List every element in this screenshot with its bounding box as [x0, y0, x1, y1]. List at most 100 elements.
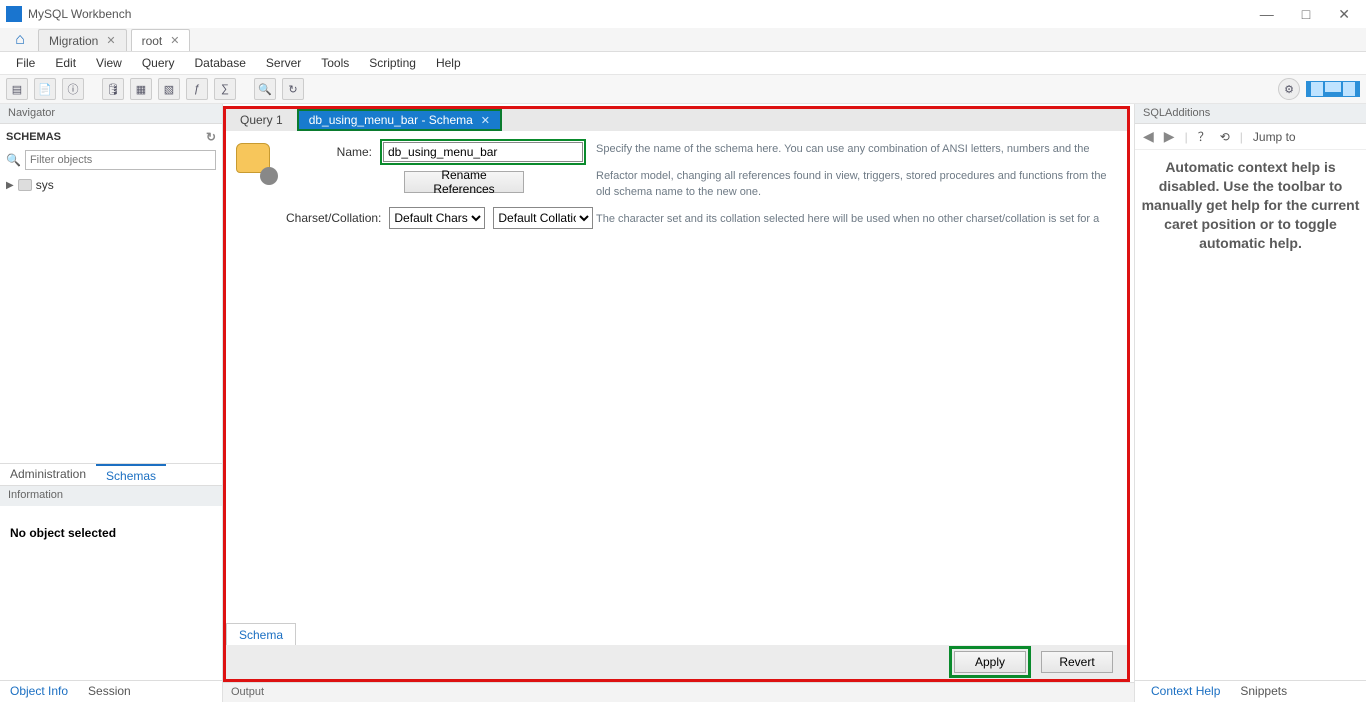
desc-charset: The character set and its collation sele…	[596, 211, 1117, 228]
schema-form: Name: Rename References Charset/Collatio…	[226, 131, 1127, 241]
tab-query1[interactable]: Query 1	[226, 109, 297, 131]
title-bar: MySQL Workbench — □ ✕	[0, 0, 1366, 28]
rename-references-button[interactable]: Rename References	[404, 171, 524, 193]
name-label: Name:	[286, 145, 372, 159]
auto-help-icon[interactable]: ⟲	[1220, 130, 1230, 144]
output-header: Output	[223, 682, 1134, 702]
tab-schemas[interactable]: Schemas	[96, 464, 166, 485]
tab-administration[interactable]: Administration	[0, 464, 96, 485]
schema-tree[interactable]: ▶ sys	[6, 176, 216, 194]
apply-button[interactable]: Apply	[954, 651, 1026, 673]
help-icon[interactable]: ？	[1198, 128, 1210, 145]
refresh-icon[interactable]: ↻	[206, 130, 216, 144]
close-icon[interactable]: ✕	[106, 34, 115, 47]
open-sql-icon[interactable]: 📄	[34, 78, 56, 100]
toggle-bottom-panel-icon[interactable]	[1324, 81, 1342, 97]
desc-rename: Refactor model, changing all references …	[596, 168, 1117, 201]
panel-toggle[interactable]	[1306, 81, 1360, 97]
app-icon	[6, 6, 22, 22]
information-panel: Information No object selected	[0, 485, 222, 680]
database-icon	[18, 179, 32, 191]
tab-label: db_using_menu_bar - Schema	[309, 113, 473, 127]
create-procedure-icon[interactable]: ƒ	[186, 78, 208, 100]
forward-icon[interactable]: ▶	[1164, 128, 1175, 145]
form-descriptions: Specify the name of the schema here. You…	[596, 139, 1117, 237]
create-schema-icon[interactable]: 🛢	[102, 78, 124, 100]
reconnect-icon[interactable]: ↻	[282, 78, 304, 100]
sql-additions-tabs: Context Help Snippets	[1135, 680, 1366, 702]
filter-objects-input[interactable]	[25, 150, 216, 170]
apply-bar: Apply Revert	[226, 645, 1127, 679]
tab-label: Query 1	[240, 113, 283, 127]
schema-bottom-tabs: Schema	[226, 623, 1127, 645]
charset-select[interactable]: Default Charset	[389, 207, 485, 229]
toggle-right-panel-icon[interactable]	[1342, 81, 1360, 97]
context-help-body: Automatic context help is disabled. Use …	[1135, 150, 1366, 680]
close-icon[interactable]: ✕	[481, 114, 490, 127]
menu-scripting[interactable]: Scripting	[359, 54, 426, 72]
tree-node-sys[interactable]: ▶ sys	[6, 176, 216, 194]
tab-session[interactable]: Session	[78, 681, 141, 702]
toggle-left-panel-icon[interactable]	[1306, 81, 1324, 97]
schema-icon	[236, 143, 276, 183]
close-icon[interactable]: ✕	[170, 34, 179, 47]
revert-button[interactable]: Revert	[1041, 651, 1113, 673]
menu-file[interactable]: File	[6, 54, 45, 72]
tab-root[interactable]: root ✕	[131, 29, 191, 51]
editor-area: Query 1 db_using_menu_bar - Schema ✕ Nam…	[223, 104, 1134, 702]
menu-query[interactable]: Query	[132, 54, 185, 72]
sql-additions-header: SQLAdditions	[1135, 104, 1366, 124]
create-view-icon[interactable]: ▧	[158, 78, 180, 100]
tab-schema[interactable]: Schema	[226, 623, 296, 646]
create-function-icon[interactable]: ∑	[214, 78, 236, 100]
navigator-panel: Navigator SCHEMAS ↻ 🔍 ▶ sys Administrati…	[0, 104, 223, 702]
inspector-icon[interactable]: ⓘ	[62, 78, 84, 100]
collation-select[interactable]: Default Collation	[493, 207, 593, 229]
sql-additions-panel: SQLAdditions ◀ ▶ | ？ ⟲ | Jump to Automat…	[1134, 104, 1366, 702]
information-header: Information	[0, 486, 222, 506]
menu-bar: File Edit View Query Database Server Too…	[0, 52, 1366, 74]
tree-node-label: sys	[36, 178, 54, 192]
desc-name: Specify the name of the schema here. You…	[596, 141, 1117, 158]
name-input-highlight	[380, 139, 586, 165]
search-icon[interactable]: 🔍	[254, 78, 276, 100]
app-title: MySQL Workbench	[28, 7, 131, 21]
schema-editor-highlight: Query 1 db_using_menu_bar - Schema ✕ Nam…	[223, 106, 1130, 682]
menu-edit[interactable]: Edit	[45, 54, 86, 72]
tab-snippets[interactable]: Snippets	[1230, 681, 1297, 702]
tab-label: Migration	[49, 34, 98, 48]
apply-highlight: Apply	[949, 646, 1031, 678]
jump-to-label[interactable]: Jump to	[1253, 130, 1296, 144]
tab-context-help[interactable]: Context Help	[1141, 681, 1230, 702]
tab-schema-editor[interactable]: db_using_menu_bar - Schema ✕	[297, 109, 502, 131]
menu-view[interactable]: View	[86, 54, 132, 72]
gear-icon[interactable]: ⚙	[1278, 78, 1300, 100]
maximize-button[interactable]: □	[1302, 6, 1310, 23]
back-icon[interactable]: ◀	[1143, 128, 1154, 145]
schemas-label: SCHEMAS	[6, 131, 61, 143]
close-button[interactable]: ✕	[1338, 6, 1350, 23]
sql-additions-toolbar: ◀ ▶ | ？ ⟲ | Jump to	[1135, 124, 1366, 150]
minimize-button[interactable]: —	[1260, 6, 1274, 23]
charset-label: Charset/Collation:	[286, 211, 381, 225]
tab-label: root	[142, 34, 163, 48]
new-sql-tab-icon[interactable]: ▤	[6, 78, 28, 100]
connection-tabstrip: ⌂ Migration ✕ root ✕	[0, 28, 1366, 52]
information-body: No object selected	[0, 506, 222, 560]
navigator-header: Navigator	[0, 104, 222, 124]
editor-tabstrip: Query 1 db_using_menu_bar - Schema ✕	[226, 109, 1127, 131]
menu-tools[interactable]: Tools	[311, 54, 359, 72]
home-icon[interactable]: ⌂	[6, 29, 34, 51]
menu-database[interactable]: Database	[185, 54, 256, 72]
navigator-tabs: Administration Schemas	[0, 463, 222, 485]
create-table-icon[interactable]: ▦	[130, 78, 152, 100]
menu-server[interactable]: Server	[256, 54, 311, 72]
expand-icon[interactable]: ▶	[6, 180, 14, 191]
schema-name-input[interactable]	[383, 142, 583, 162]
info-tabs: Object Info Session	[0, 680, 222, 702]
toolbar: ▤ 📄 ⓘ 🛢 ▦ ▧ ƒ ∑ 🔍 ↻ ⚙	[0, 74, 1366, 104]
search-icon: 🔍	[6, 153, 21, 167]
tab-migration[interactable]: Migration ✕	[38, 29, 127, 51]
tab-object-info[interactable]: Object Info	[0, 681, 78, 702]
menu-help[interactable]: Help	[426, 54, 471, 72]
